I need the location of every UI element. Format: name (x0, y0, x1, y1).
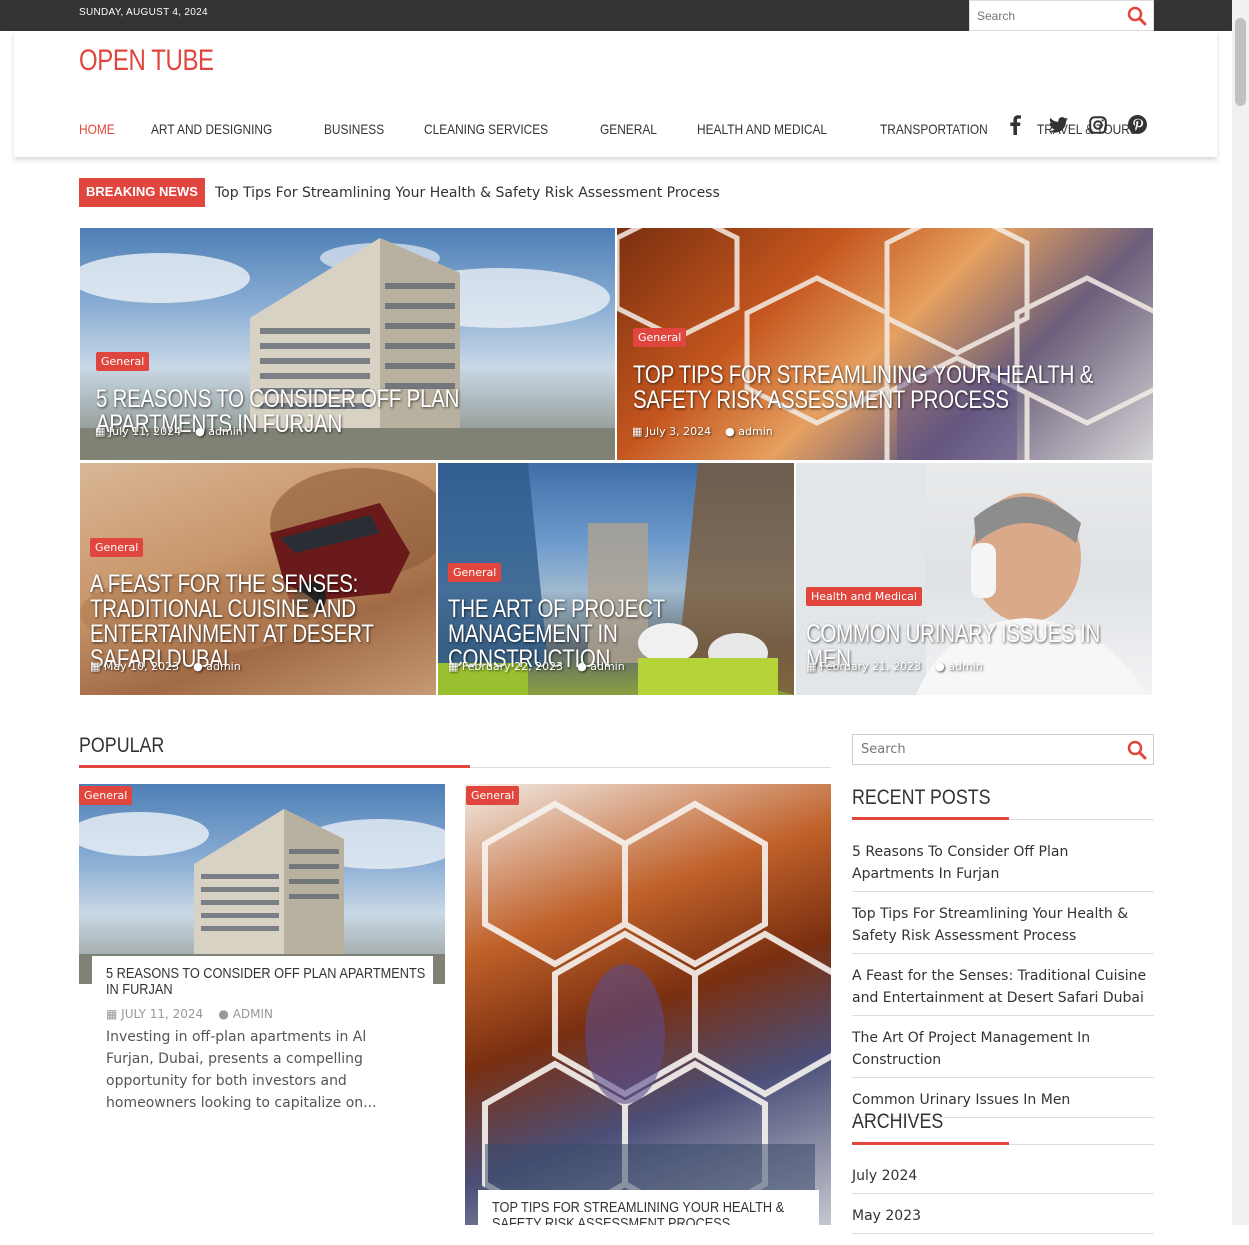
post-date: February 22, 2023 (461, 660, 564, 673)
calendar-icon: ▦ (448, 660, 462, 673)
user-icon: ● (935, 660, 949, 673)
search-icon[interactable] (1127, 740, 1147, 764)
calendar-icon: ▦ (90, 660, 104, 673)
nav-item-business[interactable]: BUSINESS (324, 121, 384, 137)
twitter-icon[interactable] (1049, 117, 1068, 137)
sidebar-search-input[interactable] (853, 735, 1113, 764)
user-icon: ● (193, 660, 207, 673)
popular-underline (79, 765, 831, 768)
post-author[interactable]: admin (948, 660, 982, 673)
featured-title[interactable]: TOP TIPS FOR STREAMLINING YOUR HEALTH & … (633, 363, 1125, 413)
user-icon: ● (195, 425, 209, 438)
post-date: February 21, 2023 (819, 660, 922, 673)
user-icon: ● (577, 660, 591, 673)
top-search-input[interactable] (970, 1, 1120, 30)
recent-post-item[interactable]: Top Tips For Streamlining Your Health & … (852, 903, 1154, 954)
featured-post-4[interactable]: General THE ART OF PROJECT MANAGEMENT IN… (438, 463, 794, 695)
archive-item[interactable]: July 2024 (852, 1165, 1154, 1194)
search-icon[interactable] (1127, 6, 1147, 30)
post-author[interactable]: admin (208, 425, 242, 438)
post-meta: ▦ JULY 11, 2024 ● ADMIN (106, 1007, 273, 1021)
site-header: OPEN TUBE HOME ART AND DESIGNING BUSINES… (14, 31, 1217, 157)
category-badge[interactable]: General (466, 786, 520, 805)
featured-post-2[interactable]: General TOP TIPS FOR STREAMLINING YOUR H… (617, 228, 1153, 460)
popular-card-title[interactable]: TOP TIPS FOR STREAMLINING YOUR HEALTH & … (492, 1200, 815, 1226)
popular-card-1-titlebox: 5 REASONS TO CONSIDER OFF PLAN APARTMENT… (92, 956, 433, 1000)
post-date: July 11, 2024 (108, 425, 182, 438)
archives-underline (852, 1142, 1154, 1145)
featured-post-3[interactable]: General A FEAST FOR THE SENSES: TRADITIO… (80, 463, 436, 695)
user-icon: ● (218, 1007, 233, 1021)
nav-item-health-and-medical[interactable]: HEALTH AND MEDICAL (697, 121, 827, 137)
nav-item-cleaning-services[interactable]: CLEANING SERVICES (424, 121, 548, 137)
category-badge[interactable]: General (96, 352, 150, 371)
featured-post-1[interactable]: General 5 REASONS TO CONSIDER OFF PLAN A… (80, 228, 615, 460)
featured-post-5[interactable]: Health and Medical COMMON URINARY ISSUES… (796, 463, 1152, 695)
calendar-icon: ▦ (632, 425, 646, 438)
post-author[interactable]: admin (206, 660, 240, 673)
archives-list: July 2024 May 2023 (852, 1165, 1154, 1245)
scrollbar-thumb[interactable] (1235, 18, 1246, 106)
calendar-icon: ▦ (806, 660, 820, 673)
breaking-news-bar: BREAKING NEWS Top Tips For Streamlining … (79, 178, 720, 207)
nav-item-home[interactable]: HOME (79, 121, 115, 137)
category-badge[interactable]: General (633, 328, 687, 347)
post-meta: ▦ July 11, 2024 ● admin (95, 425, 243, 438)
category-badge[interactable]: Health and Medical (806, 587, 922, 606)
instagram-icon[interactable] (1089, 116, 1107, 138)
popular-card-2-titlebox: TOP TIPS FOR STREAMLINING YOUR HEALTH & … (478, 1190, 819, 1225)
facebook-icon[interactable] (1009, 115, 1021, 139)
site-logo[interactable]: OPEN TUBE (79, 44, 214, 78)
breaking-news-text[interactable]: Top Tips For Streamlining Your Health & … (215, 185, 720, 201)
archives-heading: ARCHIVES (852, 1110, 944, 1133)
post-author[interactable]: ADMIN (233, 1007, 273, 1021)
post-meta: ▦ February 22, 2023 ● admin (448, 660, 625, 673)
recent-post-item[interactable]: 5 Reasons To Consider Off Plan Apartment… (852, 841, 1154, 892)
user-icon: ● (725, 425, 739, 438)
featured-title[interactable]: A FEAST FOR THE SENSES: TRADITIONAL CUIS… (90, 572, 426, 672)
top-bar: SUNDAY, AUGUST 4, 2024 (0, 0, 1232, 31)
breaking-news-label: BREAKING NEWS (79, 178, 205, 207)
post-meta: ▦ February 21, 2023 ● admin (806, 660, 983, 673)
post-date: JULY 11, 2024 (121, 1007, 204, 1021)
nav-item-transportation[interactable]: TRANSPORTATION (880, 121, 988, 137)
nav-item-general[interactable]: GENERAL (600, 121, 657, 137)
current-date: SUNDAY, AUGUST 4, 2024 (79, 7, 208, 18)
recent-posts-heading: RECENT POSTS (852, 786, 991, 809)
category-badge[interactable]: General (90, 538, 144, 557)
post-meta: ▦ May 10, 2023 ● admin (90, 660, 241, 673)
popular-card-1-image[interactable] (79, 784, 445, 984)
popular-heading: POPULAR (79, 734, 165, 757)
category-badge[interactable]: General (79, 786, 133, 805)
popular-card-title[interactable]: 5 REASONS TO CONSIDER OFF PLAN APARTMENT… (106, 966, 429, 998)
post-author[interactable]: admin (738, 425, 772, 438)
calendar-icon: ▦ (106, 1007, 122, 1021)
post-date: July 3, 2024 (645, 425, 712, 438)
calendar-icon: ▦ (95, 425, 109, 438)
scrollbar[interactable] (1232, 0, 1249, 1225)
recent-posts-list: 5 Reasons To Consider Off Plan Apartment… (852, 841, 1154, 1129)
recent-post-item[interactable]: A Feast for the Senses: Traditional Cuis… (852, 965, 1154, 1016)
post-excerpt: Investing in off-plan apartments in Al F… (106, 1029, 377, 1111)
archive-item[interactable]: May 2023 (852, 1205, 1154, 1234)
post-date: May 10, 2023 (103, 660, 180, 673)
post-author[interactable]: admin (590, 660, 624, 673)
popular-card-2-image[interactable] (465, 784, 831, 1225)
category-badge[interactable]: General (448, 563, 502, 582)
recent-post-item[interactable]: The Art Of Project Management In Constru… (852, 1027, 1154, 1078)
nav-item-art-and-designing[interactable]: ART AND DESIGNING (151, 121, 272, 137)
sidebar-search-box (852, 734, 1154, 765)
post-meta: ▦ July 3, 2024 ● admin (632, 425, 773, 438)
top-search-box (969, 0, 1154, 31)
recent-posts-underline (852, 817, 1154, 820)
pinterest-icon[interactable] (1128, 115, 1147, 138)
